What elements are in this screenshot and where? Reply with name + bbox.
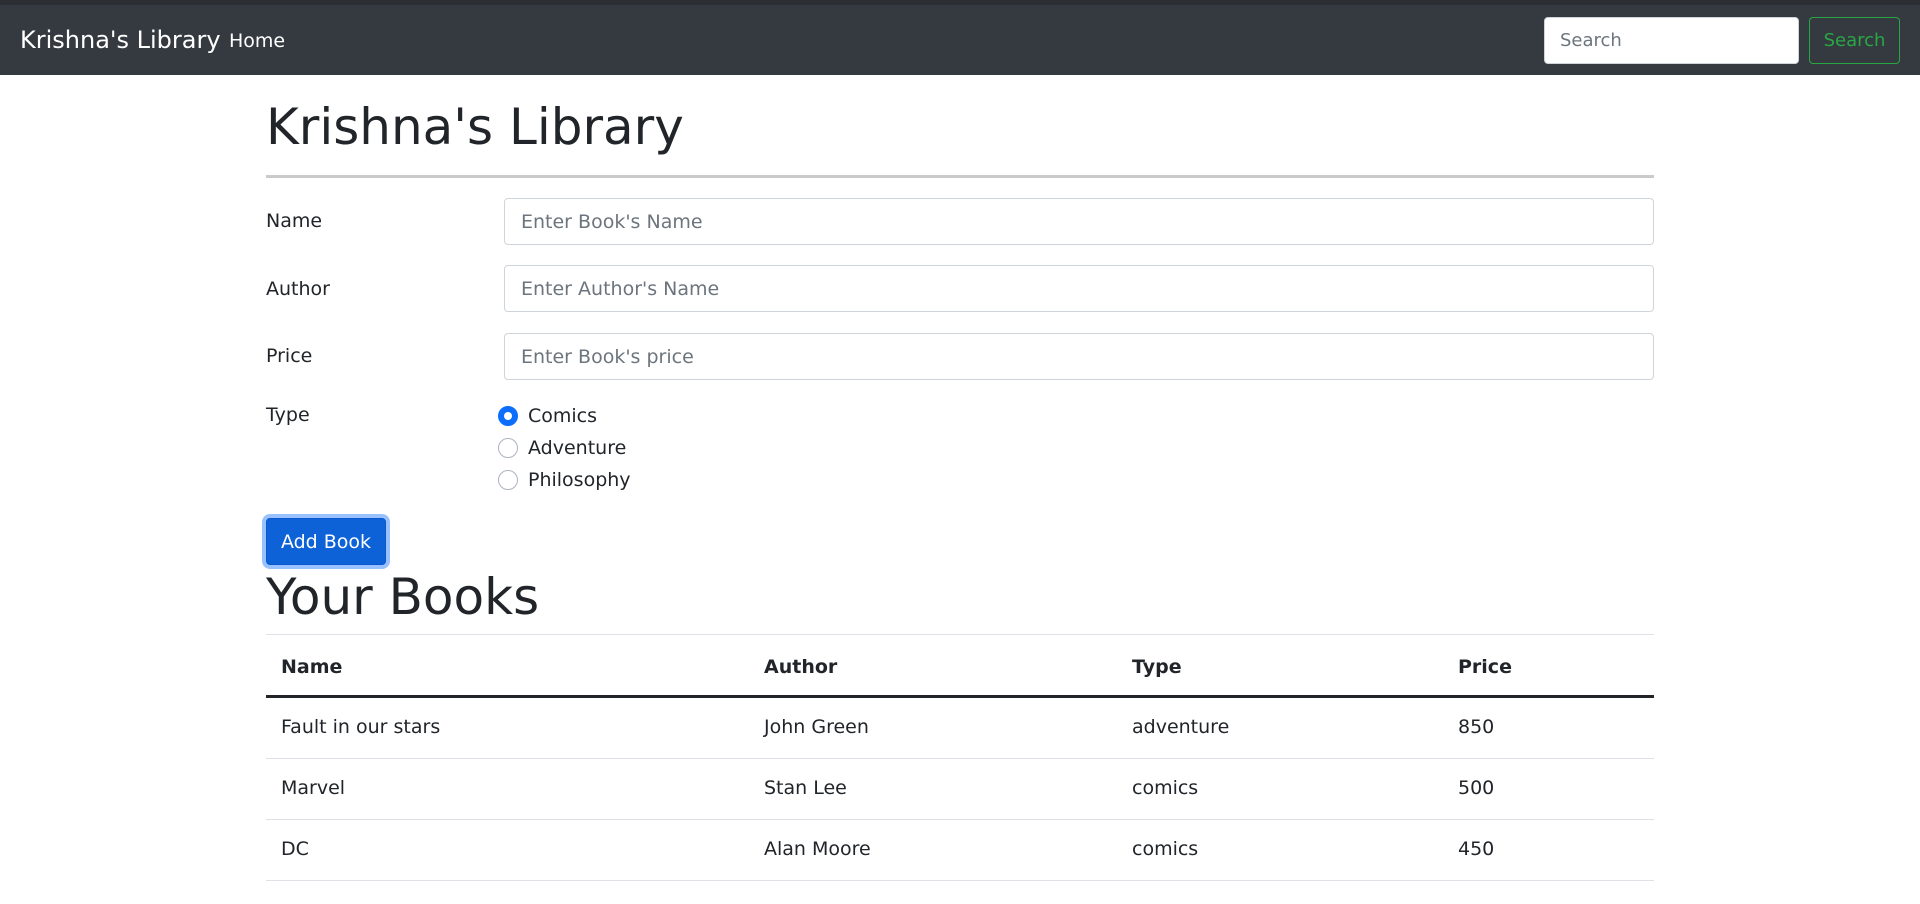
your-books-heading: Your Books [266,568,540,626]
column-header-price: Price [1458,656,1512,678]
search-input[interactable] [1544,17,1799,64]
author-label: Author [266,278,330,300]
table-row: Fault in our stars John Green adventure … [266,698,1654,759]
cell-type: comics [1132,777,1199,799]
table-row: DC Alan Moore comics 450 [266,820,1654,881]
cell-name: Fault in our stars [281,716,441,738]
book-name-input[interactable] [504,198,1654,245]
cell-author: Stan Lee [764,777,847,799]
cell-price: 500 [1458,777,1495,799]
column-header-name: Name [281,656,343,678]
navbar: Krishna's Library Home Search [0,5,1920,75]
table-row: Marvel Stan Lee comics 500 [266,759,1654,820]
search-button[interactable]: Search [1809,17,1900,64]
radio-comics[interactable] [498,406,518,426]
radio-adventure[interactable] [498,438,518,458]
title-divider [266,175,1654,178]
cell-name: DC [281,838,309,860]
name-label: Name [266,210,323,232]
page-title: Krishna's Library [266,98,684,156]
column-header-author: Author [764,656,838,678]
navbar-brand[interactable]: Krishna's Library [20,26,221,54]
cell-author: John Green [764,716,869,738]
radio-philosophy[interactable] [498,470,518,490]
type-label: Type [266,404,310,426]
author-name-input[interactable] [504,265,1654,312]
price-label: Price [266,345,313,367]
cell-author: Alan Moore [764,838,871,860]
column-header-type: Type [1132,656,1182,678]
type-option-adventure[interactable]: Adventure [498,434,626,462]
type-option-philosophy[interactable]: Philosophy [498,466,631,494]
radio-label-comics: Comics [528,405,598,427]
cell-type: adventure [1132,716,1230,738]
nav-link-home[interactable]: Home [229,30,285,52]
cell-name: Marvel [281,777,346,799]
radio-label-philosophy: Philosophy [528,469,631,491]
add-book-button[interactable]: Add Book [266,518,386,565]
books-table: Name Author Type Price Fault in our star… [266,634,1654,881]
table-header-row: Name Author Type Price [266,634,1654,698]
type-option-comics[interactable]: Comics [498,402,597,430]
book-price-input[interactable] [504,333,1654,380]
radio-label-adventure: Adventure [528,437,627,459]
cell-type: comics [1132,838,1199,860]
cell-price: 850 [1458,716,1495,738]
cell-price: 450 [1458,838,1495,860]
